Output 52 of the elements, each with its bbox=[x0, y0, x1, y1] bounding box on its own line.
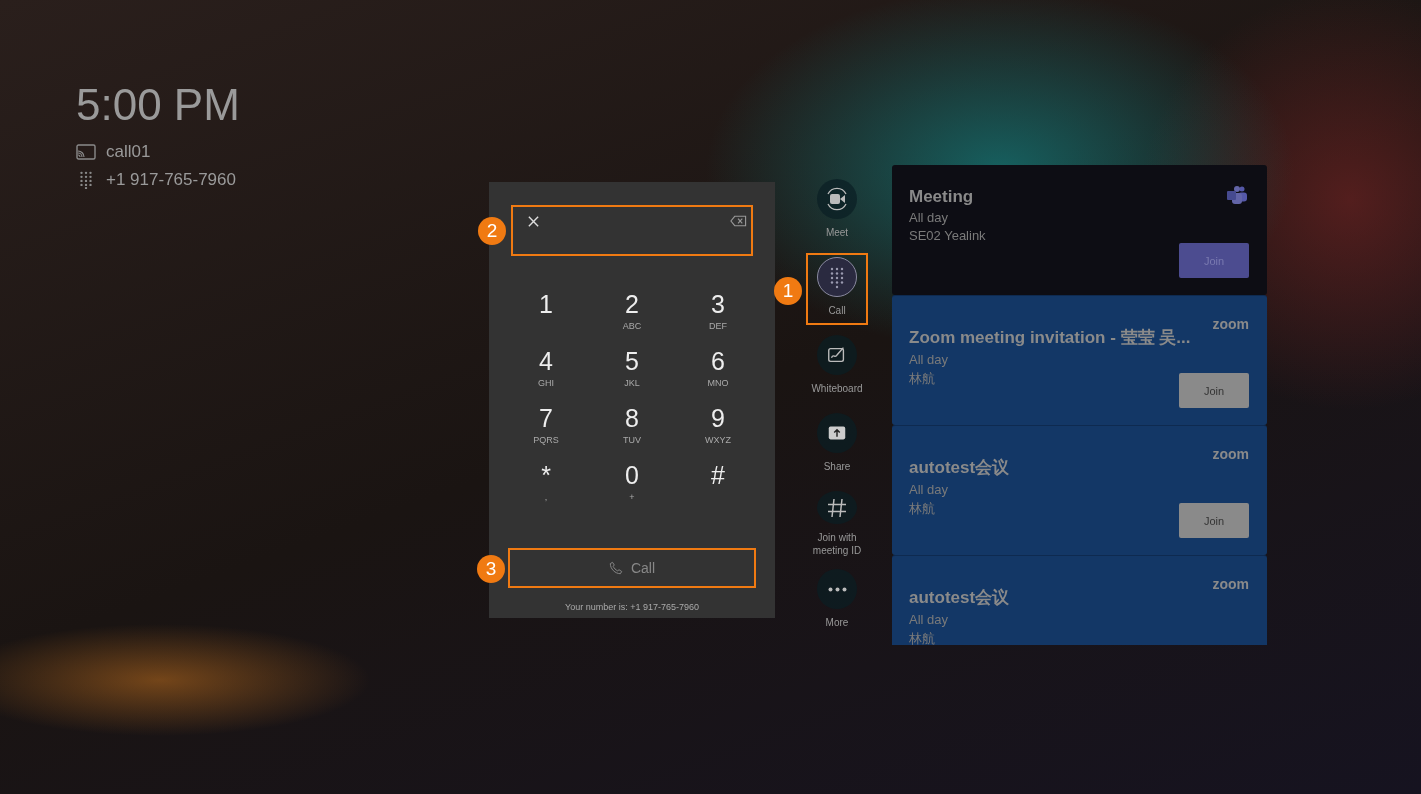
zoom-logo: zoom bbox=[1212, 576, 1249, 592]
meeting-organizer: 林航 bbox=[909, 500, 936, 518]
meeting-title: Zoom meeting invitation - 莹莹 吴... bbox=[909, 327, 1191, 349]
meeting-time: All day bbox=[909, 210, 950, 225]
whiteboard-tab[interactable]: Whiteboard bbox=[806, 331, 868, 403]
callout-badge: 2 bbox=[478, 217, 506, 245]
share-tab[interactable]: Share bbox=[806, 409, 868, 481]
meeting-title: autotest会议 bbox=[909, 587, 1010, 609]
dial-key[interactable]: 7 PQRS bbox=[503, 404, 589, 461]
meeting-organizer: 林航 bbox=[909, 630, 936, 645]
dial-key[interactable]: 4 GHI bbox=[503, 347, 589, 404]
meet-tab[interactable]: Meet bbox=[806, 175, 868, 247]
cast-icon bbox=[76, 143, 96, 161]
meeting-organizer: 林航 bbox=[909, 370, 936, 388]
dial-key[interactable]: 8 TUV bbox=[589, 404, 675, 461]
dial-key[interactable]: 6 MNO bbox=[675, 347, 761, 404]
people-logo-icon bbox=[1225, 185, 1249, 205]
join-button[interactable]: Join bbox=[1179, 373, 1249, 408]
dial-key[interactable]: 9 WXYZ bbox=[675, 404, 761, 461]
meeting-organizer: SE02 Yealink bbox=[909, 228, 987, 243]
callout-badge: 3 bbox=[477, 555, 505, 583]
zoom-logo: zoom bbox=[1212, 446, 1249, 462]
join-button[interactable]: Join bbox=[1179, 503, 1249, 538]
meeting-title: Meeting bbox=[909, 187, 974, 207]
callout-badge: 1 bbox=[774, 277, 802, 305]
meeting-id-tab[interactable]: Join with meeting ID bbox=[806, 487, 868, 559]
dial-key[interactable]: 1 bbox=[503, 290, 589, 347]
own-number-note: Your number is: +1 917-765-7960 bbox=[565, 602, 699, 612]
dial-key[interactable]: # bbox=[675, 461, 761, 518]
dial-key[interactable]: 5 JKL bbox=[589, 347, 675, 404]
dial-key[interactable]: 0 + bbox=[589, 461, 675, 518]
dial-key[interactable]: 3 DEF bbox=[675, 290, 761, 347]
meeting-time: All day bbox=[909, 612, 950, 627]
meeting-card[interactable]: autotest会议 zoom All day 林航 Join bbox=[892, 425, 1267, 555]
video-camera-icon bbox=[825, 187, 849, 211]
more-tab[interactable]: More bbox=[806, 565, 868, 637]
phone-icon bbox=[608, 561, 623, 575]
dial-key[interactable]: * , bbox=[503, 461, 589, 518]
close-icon[interactable] bbox=[527, 215, 540, 228]
zoom-logo: zoom bbox=[1212, 316, 1249, 332]
meeting-time: All day bbox=[909, 482, 950, 497]
meeting-title: autotest会议 bbox=[909, 457, 1010, 479]
phone-number: +1 917-765-7960 bbox=[106, 170, 236, 190]
call-tab[interactable]: Call bbox=[806, 253, 868, 325]
device-name: call01 bbox=[106, 142, 151, 162]
meeting-card[interactable]: Zoom meeting invitation - 莹莹 吴... zoom All day 林航 Join bbox=[892, 295, 1267, 425]
number-input-field[interactable] bbox=[511, 205, 753, 256]
dial-key[interactable]: 2 ABC bbox=[589, 290, 675, 347]
more-icon bbox=[827, 586, 847, 592]
clock-time: 5:00 PM bbox=[76, 80, 241, 130]
backspace-icon[interactable] bbox=[730, 215, 747, 227]
meeting-time: All day bbox=[909, 352, 950, 367]
